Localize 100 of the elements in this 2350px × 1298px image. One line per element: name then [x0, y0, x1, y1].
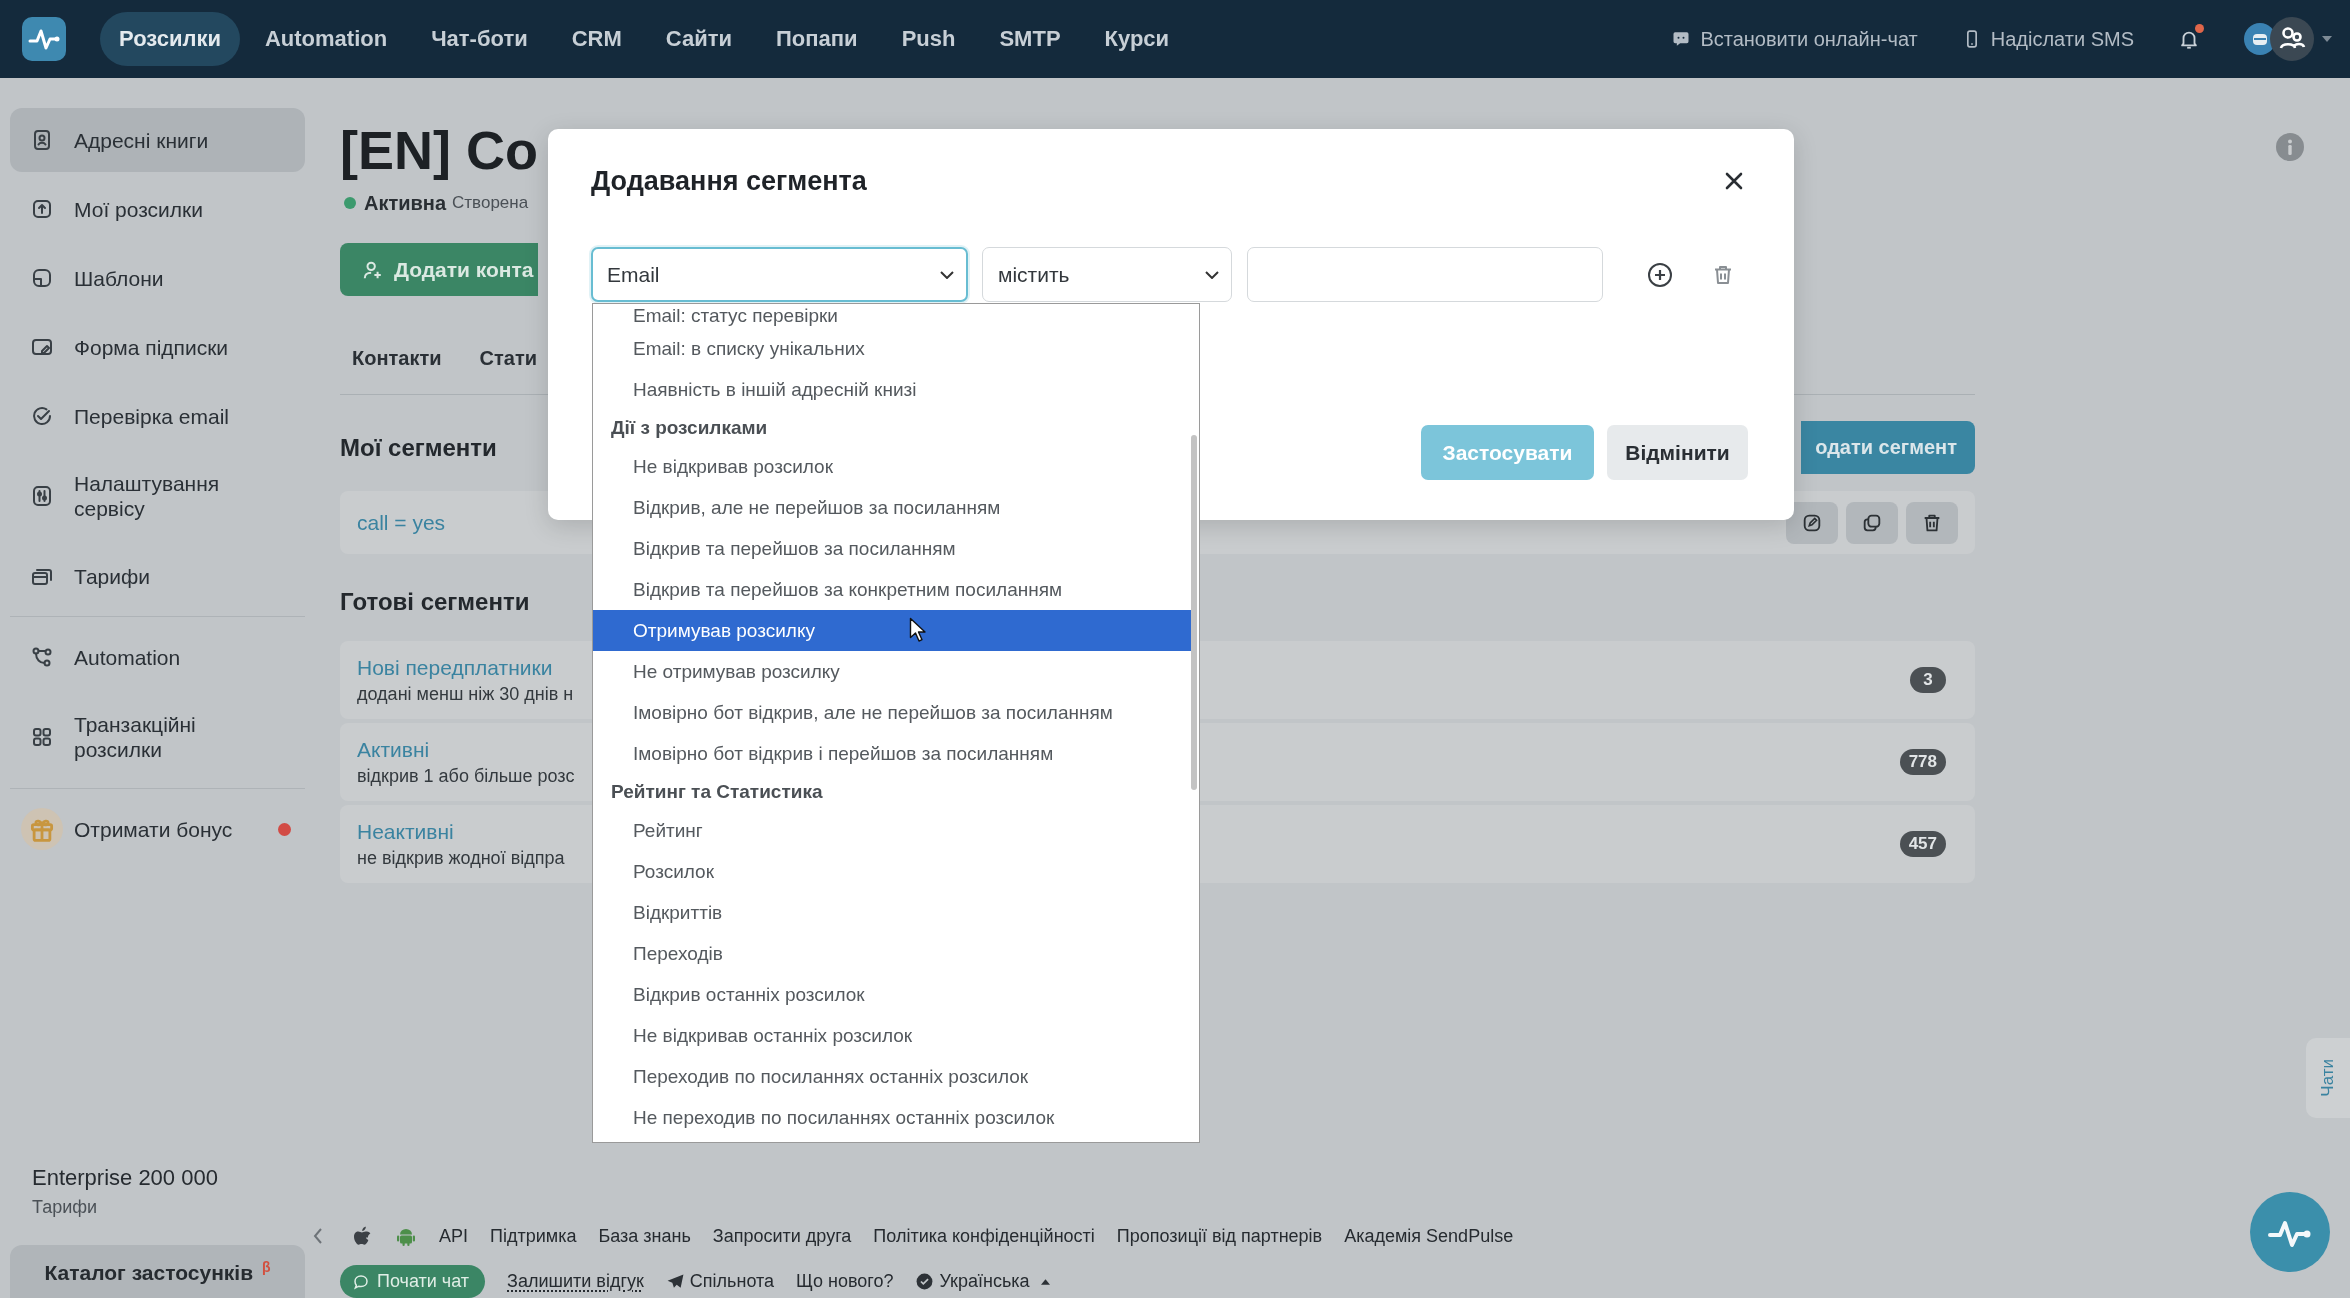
- footer-link[interactable]: Політика конфіденційності: [873, 1225, 1095, 1247]
- dropdown-option[interactable]: Наявність в іншій адресній книзі: [593, 369, 1191, 410]
- footer-link[interactable]: Пропозиції від партнерів: [1116, 1225, 1323, 1247]
- sidebar-item[interactable]: Налаштування сервісу: [10, 453, 305, 539]
- dropdown-option[interactable]: Відкрив та перейшов за конкретним посиланням: [593, 569, 1191, 610]
- dropdown-option[interactable]: Імовірно бот відкрив і перейшов за посиланням: [593, 733, 1191, 774]
- check-circle-icon: [915, 1272, 935, 1291]
- language-selector[interactable]: Українська: [915, 1271, 1050, 1292]
- sidebar-item[interactable]: Адресні книги: [10, 108, 305, 172]
- sliders-icon: [30, 484, 54, 508]
- option-group-label: Дії з розсилками: [610, 416, 769, 440]
- chevron-left-icon[interactable]: [313, 1227, 323, 1245]
- flow-icon: [30, 645, 54, 669]
- nav-tab[interactable]: Розсилки: [100, 12, 240, 66]
- dropdown-option[interactable]: Не відкривав останніх розсилок: [593, 1015, 1191, 1056]
- plus-circle-icon[interactable]: [1647, 261, 1673, 288]
- paper-plane-icon: [665, 1272, 685, 1291]
- dropdown-option[interactable]: Відкрив останніх розсилок: [593, 974, 1191, 1015]
- nav-tab[interactable]: CRM: [552, 12, 641, 66]
- chevron-down-icon: [1205, 270, 1219, 279]
- sidebar-item[interactable]: Форма підписки: [10, 315, 305, 379]
- footer-link[interactable]: База знань: [598, 1225, 691, 1247]
- dropdown-option[interactable]: Не отримував розсилку: [593, 651, 1191, 692]
- dropdown-option[interactable]: Відкрив та перейшов за посиланням: [593, 528, 1191, 569]
- upload-icon: [30, 197, 54, 221]
- nav-tab[interactable]: Push: [882, 12, 975, 66]
- dropdown-option[interactable]: Email: в списку унікальних: [593, 328, 1191, 369]
- sidebar-item[interactable]: Шаблони: [10, 246, 305, 310]
- plan-link[interactable]: Тарифи: [10, 1195, 98, 1219]
- dropdown-option[interactable]: Не відкривав розсилок: [593, 446, 1191, 487]
- created-label: Створена: [452, 193, 529, 213]
- delete-button[interactable]: [1906, 501, 1958, 544]
- caret-down-icon[interactable]: [2322, 36, 2332, 42]
- option-group-label: Рейтинг та Статистика: [610, 780, 824, 804]
- gift-icon: [21, 808, 63, 850]
- segment-description: не відкрив жодної відпра: [357, 847, 565, 869]
- close-icon[interactable]: [1724, 171, 1744, 191]
- layout-icon: [30, 266, 54, 290]
- operator-select[interactable]: містить: [982, 247, 1232, 302]
- app-catalog-button[interactable]: Каталог застосунків $^{β}$: [10, 1245, 305, 1298]
- sidebar-item[interactable]: Отримати бонус: [10, 797, 305, 861]
- value-input[interactable]: [1247, 247, 1603, 302]
- nav-tab[interactable]: Сайти: [646, 12, 752, 66]
- copy-button[interactable]: [1846, 501, 1898, 544]
- dropdown-option[interactable]: Переходів: [593, 933, 1191, 974]
- dropdown-option[interactable]: Не переходив по посиланнях останніх розсилок: [593, 1097, 1191, 1138]
- footer-link[interactable]: Запросити друга: [712, 1225, 852, 1247]
- mouse-cursor-icon: [909, 617, 927, 643]
- nav-tab[interactable]: Курси: [1085, 12, 1189, 66]
- count-badge: 778: [1899, 749, 1946, 775]
- pulse-logo-icon[interactable]: [22, 17, 66, 61]
- start-chat-button[interactable]: Почати чат: [340, 1265, 486, 1298]
- sidebar-item[interactable]: Мої розсилки: [10, 177, 305, 241]
- tab[interactable]: Стати: [479, 326, 537, 394]
- dropdown-option[interactable]: Рейтинг: [593, 810, 1191, 851]
- segment-description: відкрив 1 або більше розс: [357, 765, 575, 787]
- cancel-button[interactable]: Відмінити: [1607, 425, 1748, 480]
- scrollbar-thumb[interactable]: [1191, 435, 1197, 790]
- nav-tab[interactable]: SMTP: [980, 12, 1080, 66]
- top-action-link[interactable]: Встановити онлайн-чат: [1671, 27, 1918, 51]
- status-label: Активна: [364, 191, 447, 215]
- status-dot-icon: [344, 197, 356, 209]
- plan-name: Enterprise 200 000: [31, 1164, 218, 1192]
- edit-button[interactable]: [1786, 501, 1838, 544]
- chevron-down-icon: [940, 270, 954, 279]
- count-badge: 3: [1910, 667, 1946, 693]
- check-circle-icon: [30, 404, 54, 428]
- apple-icon[interactable]: [351, 1225, 373, 1247]
- top-action-link[interactable]: Надіслати SMS: [1961, 27, 2134, 51]
- nav-tab[interactable]: Попапи: [757, 12, 877, 66]
- add-contact-button[interactable]: Додати конта: [340, 243, 538, 296]
- sidebar-item[interactable]: Транзакційні розсилки: [10, 694, 305, 780]
- dropdown-option[interactable]: Переходив по посиланнях останніх розсилок: [593, 1056, 1191, 1097]
- sidebar-item[interactable]: Перевірка email: [10, 384, 305, 448]
- feedback-link[interactable]: Залишити відгук: [507, 1271, 644, 1292]
- users-avatar-icon[interactable]: [2270, 17, 2314, 61]
- footer-link[interactable]: Підтримка: [490, 1225, 577, 1247]
- dropdown-option[interactable]: Email: статус перевірки: [593, 304, 1191, 328]
- dropdown-option[interactable]: Отримував розсилку: [593, 610, 1191, 651]
- dropdown-option[interactable]: Імовірно бот відкрив, але не перейшов за посиланням: [593, 692, 1191, 733]
- chat-bubble-icon: [352, 1272, 370, 1291]
- dropdown-option[interactable]: Відкрив, але не перейшов за посиланням: [593, 487, 1191, 528]
- count-badge: 457: [1899, 831, 1946, 857]
- whats-new-link[interactable]: Що нового?: [796, 1271, 894, 1292]
- field-select[interactable]: Email: [591, 247, 968, 302]
- grid-icon: [30, 725, 54, 749]
- footer-link[interactable]: API: [439, 1225, 468, 1247]
- section-heading: Мої сегменти: [340, 432, 497, 463]
- dropdown-option[interactable]: Відкриттів: [593, 892, 1191, 933]
- tab[interactable]: Контакти: [352, 326, 442, 394]
- section-heading: Готові сегменти: [340, 587, 530, 617]
- nav-tab[interactable]: Automation: [245, 12, 407, 66]
- nav-tab[interactable]: Чат-боти: [412, 12, 547, 66]
- caret-up-icon: [1040, 1278, 1050, 1285]
- sidebar-item[interactable]: Automation: [10, 625, 305, 689]
- community-link[interactable]: Спільнота: [665, 1271, 775, 1292]
- dropdown-option[interactable]: Розсилок: [593, 851, 1191, 892]
- segment-description: додані менш ніж 30 днів н: [357, 683, 574, 705]
- sidebar-item[interactable]: Тарифи: [10, 544, 305, 608]
- footer-link[interactable]: Академія SendPulse: [1344, 1225, 1514, 1247]
